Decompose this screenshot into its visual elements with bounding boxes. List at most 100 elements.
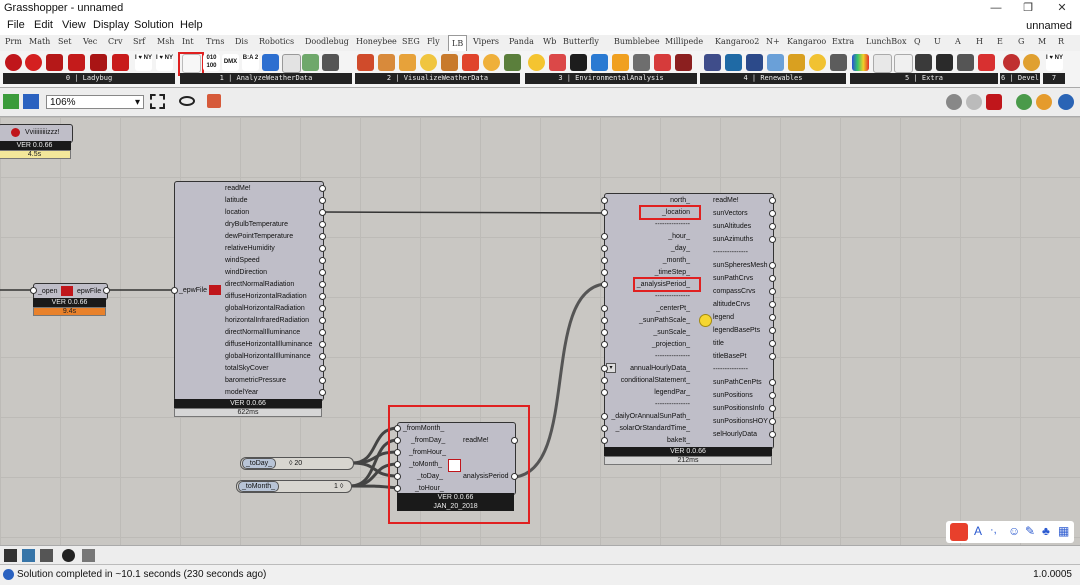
open-stat-icon[interactable] [112,54,129,71]
menu-edit[interactable]: Edit [34,19,53,31]
group-icon[interactable] [957,54,974,71]
sp-port-center-pt[interactable] [601,305,608,312]
sp-port-legend-par[interactable] [601,389,608,396]
port-diffuse-horizontal-rad[interactable] [319,293,326,300]
tab-kangaroo2[interactable]: Kangaroo2 [715,37,759,46]
preview-eye-icon[interactable] [179,96,195,106]
port-dew-point[interactable] [319,233,326,240]
sp-out-port-cen-pts[interactable] [769,379,776,386]
radiation-rose-icon[interactable] [378,54,395,71]
sp-port-hour[interactable] [601,233,608,240]
tomonth-slider[interactable]: _toMonth_ 1 ◊ [236,480,352,493]
import-stat-icon[interactable] [68,54,85,71]
port-global-horizontal-ill[interactable] [319,353,326,360]
grid-icon[interactable]: ▦ [1058,524,1069,538]
tab-prm[interactable]: Prm [5,37,22,46]
port-humidity[interactable] [319,245,326,252]
paint-brush-icon[interactable] [207,94,221,108]
ba-ratio-icon[interactable]: B:A 2 [242,54,259,71]
sp-port-location[interactable] [601,209,608,216]
tab-honeybee[interactable]: Honeybee [356,37,397,46]
tab-panda[interactable]: Panda [509,37,534,46]
tab-dis[interactable]: Dis [235,37,248,46]
port-pressure[interactable] [319,377,326,384]
human-icon[interactable] [322,54,339,71]
open-epw-icon[interactable] [90,54,107,71]
menu-solution[interactable]: Solution [134,19,174,31]
monthly-bar-icon[interactable] [462,54,479,71]
sp-port-day[interactable] [601,245,608,252]
inverter-icon[interactable] [830,54,847,71]
sp-out-port-sel-hourly[interactable] [769,431,776,438]
pv-icon[interactable] [704,54,721,71]
python-icon[interactable] [22,549,35,562]
orientation-study-icon[interactable] [654,54,671,71]
import-epw-icon[interactable] [46,54,63,71]
sp-port-sunpath-scale[interactable] [601,317,608,324]
sp-port-month[interactable] [601,257,608,264]
port-diffuse-horizontal-ill[interactable] [319,341,326,348]
radiation-analysis-icon[interactable] [549,54,566,71]
tab-crv[interactable]: Crv [108,37,122,46]
port-wind-speed[interactable] [319,257,326,264]
shading-designer-icon[interactable] [591,54,608,71]
comfort-icon[interactable] [302,54,319,71]
sp-out-port-legend[interactable] [769,314,776,321]
punctuation-icon[interactable]: ·, [990,524,997,536]
import-epw-component[interactable]: _epwFile readMe! latitude location dryBu… [174,181,324,401]
sp-out-port-positions[interactable] [769,392,776,399]
tab-seg[interactable]: SEG [402,37,420,46]
material-icon[interactable] [1016,94,1032,110]
sp-port-bake-it[interactable] [601,437,608,444]
sphere-icon[interactable] [978,54,995,71]
wireframe-icon[interactable] [966,94,982,110]
view-analysis-icon[interactable] [570,54,587,71]
ny-extra-icon[interactable]: I ♥ NY [1046,54,1063,71]
sogou-logo-icon[interactable] [950,523,968,541]
sp-out-port-positions-hoy[interactable] [769,418,776,425]
light-icon[interactable] [1036,94,1052,110]
ladybug-icon[interactable] [5,54,22,71]
tab-m[interactable]: M [1038,37,1046,46]
shadow-study-icon[interactable] [612,54,629,71]
sun-icon[interactable] [420,54,437,71]
port-direct-normal-rad[interactable] [319,281,326,288]
tab-vec[interactable]: Vec [83,37,97,46]
shirt-icon[interactable]: ♣ [1042,524,1050,538]
menu-view[interactable]: View [62,19,86,31]
tab-g[interactable]: G [1018,37,1024,46]
preview-mode-icon[interactable] [946,94,962,110]
recolor-icon[interactable] [894,54,913,73]
tab-int[interactable]: Int [182,37,194,46]
sp-out-port-altitudes[interactable] [769,223,776,230]
zoom-select[interactable]: 106% ▾ [46,95,144,109]
sp-out-port-spheres[interactable] [769,262,776,269]
sun-energy-icon[interactable] [809,54,826,71]
dmx-icon[interactable]: DMX [222,54,239,71]
sp-port-conditional[interactable] [601,377,608,384]
tab-r[interactable]: R [1058,37,1064,46]
port-readme[interactable] [319,185,326,192]
sp-out-port-sunpath-crvs[interactable] [769,275,776,282]
sp-port-annual-hourly[interactable] [601,365,608,372]
ny-weather-icon[interactable]: I ♥ NY [135,54,152,71]
sp-port-timestep[interactable] [601,269,608,276]
tab-trns[interactable]: Trns [206,37,224,46]
tab-doodlebug[interactable]: Doodlebug [305,37,349,46]
sp-out-port-title-base[interactable] [769,353,776,360]
sunpath-component[interactable]: north_ _location --------------- _hour_ … [604,193,774,449]
tab-u[interactable]: U [934,37,941,46]
open-output-port[interactable] [103,287,110,294]
ny-download-icon[interactable]: I ♥ NY [156,54,173,71]
tab-extra[interactable]: Extra [832,37,854,46]
sp-port-projection[interactable] [601,341,608,348]
tab-e[interactable]: E [997,37,1003,46]
port-location[interactable] [319,209,326,216]
port-infrared-rad[interactable] [319,317,326,324]
script-icon[interactable] [40,549,53,562]
sp-port-solar-standard[interactable] [601,425,608,432]
color-mesh-icon[interactable] [873,54,892,73]
port-direct-normal-ill[interactable] [319,329,326,336]
tab-lunchbox[interactable]: LunchBox [866,37,906,46]
bounce-icon[interactable] [633,54,650,71]
